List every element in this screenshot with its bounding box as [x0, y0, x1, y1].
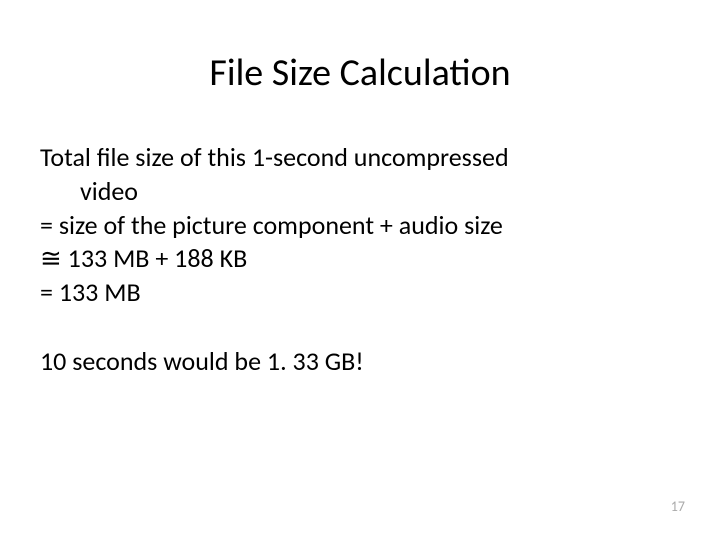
body-line-5: 10 seconds would be 1. 33 GB!	[40, 345, 680, 379]
body-line-1: Total file size of this 1-second uncompr…	[40, 141, 680, 175]
spacer	[40, 310, 680, 345]
body-line-3: ≅ 133 MB + 188 KB	[40, 242, 680, 276]
page-number: 17	[671, 498, 685, 515]
slide-body: Total file size of this 1-second uncompr…	[40, 141, 680, 379]
body-line-4: = 133 MB	[40, 276, 680, 310]
body-line-1b: video	[40, 175, 680, 209]
slide-title: File Size Calculation	[40, 50, 680, 96]
slide: File Size Calculation Total file size of…	[0, 0, 720, 540]
body-line-2: = size of the picture component + audio …	[40, 209, 680, 243]
